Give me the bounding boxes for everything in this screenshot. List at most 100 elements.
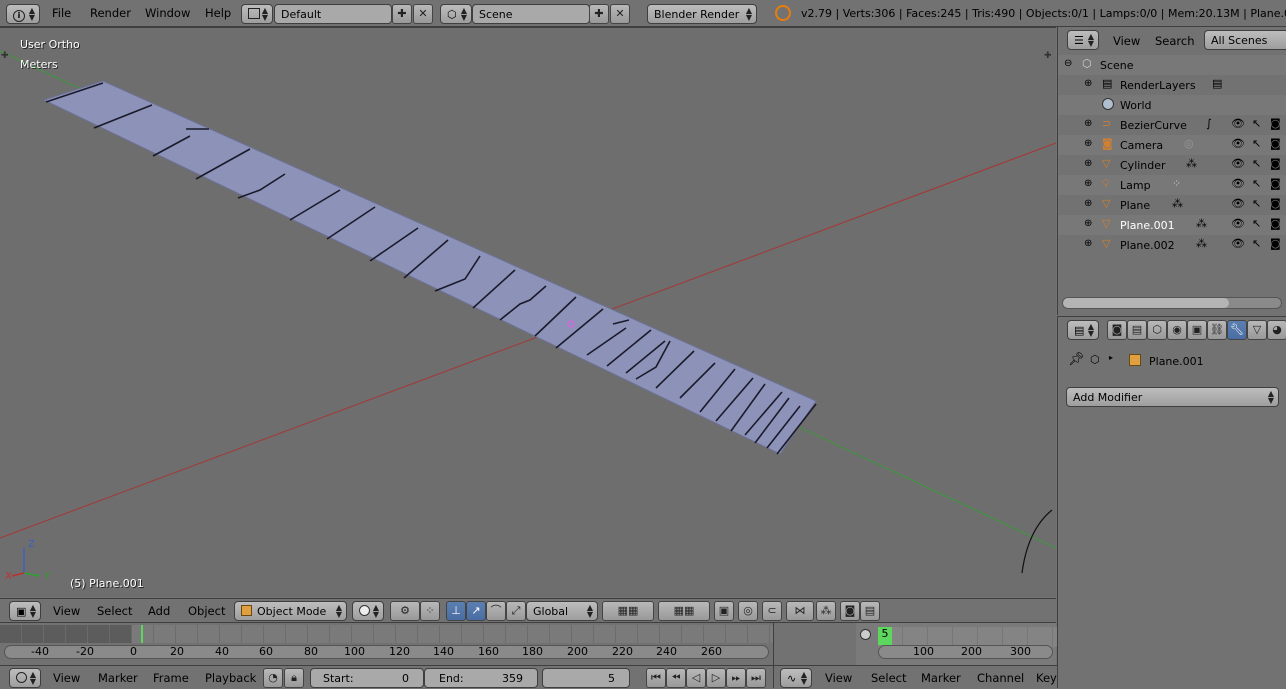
selectable-cursor-icon[interactable]: ↖ [1252,197,1261,210]
outliner-label[interactable]: BezierCurve [1120,119,1187,132]
menu-render[interactable]: Render [90,6,131,20]
snap-align-icon[interactable]: ⁂ [816,601,836,621]
outliner-menu-search[interactable]: Search [1155,34,1195,48]
visibility-eye-icon[interactable]: 👁︎ [1231,117,1245,130]
jump-end-icon[interactable]: ⏭︎ [746,668,766,688]
add-modifier-dropdown[interactable]: Add Modifier ▲ ▼ [1066,387,1279,407]
tab-object-icon[interactable]: ▣ [1187,320,1207,340]
outliner-label-selected[interactable]: Plane.001 [1120,219,1175,232]
graph-menu-view[interactable]: View [825,671,852,685]
tab-world-icon[interactable]: ◉ [1167,320,1187,340]
remove-scene-button[interactable]: ✕ [610,4,630,24]
lock-layers-icon[interactable]: ▣ [714,601,734,621]
snap-target-icon[interactable]: ⋈ [786,601,814,621]
shading-select[interactable]: ▲ ▼ [352,601,384,621]
selectable-cursor-icon[interactable]: ↖ [1252,237,1261,250]
menu-window[interactable]: Window [145,6,190,20]
visibility-eye-icon[interactable]: 👁︎ [1231,157,1245,170]
selectable-cursor-icon[interactable]: ↖ [1252,137,1261,150]
viewport-scene[interactable]: Z X Y [0,28,1056,597]
3d-viewport[interactable]: Z X Y User Ortho Meters (5) Plane.001 ✚ … [0,27,1056,597]
outliner-label[interactable]: Cylinder [1120,159,1166,172]
layout-name-field[interactable]: Default [274,4,392,24]
outliner-scroll-thumb[interactable] [1063,298,1229,308]
outliner-row-cylinder[interactable]: ⊕ ▽ Cylinder ⁂ 👁︎ ↖ ◙ [1058,155,1286,175]
outliner-row-plane[interactable]: ⊕ ▽ Plane ⁂ 👁︎ ↖ ◙ [1058,195,1286,215]
scene-name-field[interactable]: Scene [472,4,590,24]
outliner-row-plane-001[interactable]: ⊕ ▽ Plane.001 ⁂ 👁︎ ↖ ◙ [1058,215,1286,235]
expand-icon[interactable]: ⊕ [1084,78,1092,89]
menu-file[interactable]: File [52,6,71,20]
add-scene-button[interactable]: ✚ [589,4,609,24]
collapse-icon[interactable]: ⊖ [1064,58,1072,69]
outliner-row-lamp[interactable]: ⊕ 💡︎ Lamp ⁘ 👁︎ ↖ ◙ [1058,175,1286,195]
renderable-camera-icon[interactable]: ◙ [1270,237,1281,250]
graph-playhead[interactable]: 5 [878,627,892,645]
orientation-select[interactable]: Global ▲ ▼ [526,601,598,621]
expand-icon[interactable]: ⊕ [1084,158,1092,169]
play-reverse-icon[interactable]: ◁ [686,668,706,688]
render-engine-select[interactable]: Blender Render ▲ ▼ [647,4,757,24]
play-icon[interactable]: ▷ [706,668,726,688]
editor-type-timeline[interactable]: ▲ ▼ [9,668,41,688]
remove-layout-button[interactable]: ✕ [413,4,433,24]
layers-icon-a[interactable]: ▦▦ [602,601,654,621]
outliner-row-camera[interactable]: ⊕ ◙ Camera ◎ 👁︎ ↖ ◙ [1058,135,1286,155]
editor-type-3dview[interactable]: ▣ ▲ ▼ [9,601,41,621]
outliner-filter-select[interactable]: All Scenes [1204,30,1286,50]
tab-render-icon[interactable]: ◙ [1107,320,1127,340]
outliner-row-plane-002[interactable]: ⊕ ▽ Plane.002 ⁂ 👁︎ ↖ ◙ [1058,235,1286,255]
manipulator-toggle[interactable]: ⊥ [446,601,466,621]
tl-menu-view[interactable]: View [53,671,80,685]
outliner-row-beziercurve[interactable]: ⊕ ⊃ BezierCurve ∫ 👁︎ ↖ ◙ [1058,115,1286,135]
mesh-strip[interactable] [42,80,817,455]
editor-type-graph[interactable]: ∿ ▲ ▼ [780,668,812,688]
outliner-label[interactable]: Scene [1100,59,1134,72]
selectable-cursor-icon[interactable]: ↖ [1252,177,1261,190]
outliner-label[interactable]: Camera [1120,139,1163,152]
timeline-editor[interactable]: -40 -20 0 20 40 60 80 100 120 140 160 18… [0,622,773,688]
graph-editor[interactable]: 5 100 200 300 ∿ ▲ ▼ View Select Marker Cha… [773,622,1057,689]
end-frame-field[interactable]: End: 359 [424,668,538,688]
graph-menu-channel[interactable]: Channel [977,671,1024,685]
translate-manipulator[interactable]: ↗ [466,601,486,621]
next-key-icon[interactable]: ⏩︎ [726,668,746,688]
editor-type-info[interactable]: i ▲ ▼ [6,4,40,24]
visibility-eye-icon[interactable]: 👁︎ [1231,197,1245,210]
outliner-label[interactable]: Plane [1120,199,1150,212]
expand-icon[interactable]: ⊕ [1084,178,1092,189]
render-anim-icon[interactable]: ▤ [860,601,880,621]
vp-menu-view[interactable]: View [53,604,80,618]
renderable-camera-icon[interactable]: ◙ [1270,217,1281,230]
outliner-hscrollbar[interactable] [1062,297,1282,309]
scene-type-button[interactable]: ⬡ ▲ ▼ [440,4,472,24]
expand-icon[interactable]: ⊕ [1084,198,1092,209]
snap-toggle-icon[interactable]: ⊂ [762,601,782,621]
visibility-eye-icon[interactable]: 👁︎ [1231,237,1245,250]
tab-modifiers-icon[interactable]: 🔧︎ [1227,320,1247,340]
vp-menu-select[interactable]: Select [97,604,132,618]
timeline-playhead[interactable] [141,625,143,643]
selectable-cursor-icon[interactable]: ↖ [1252,217,1261,230]
graph-menu-marker[interactable]: Marker [921,671,961,685]
tl-menu-marker[interactable]: Marker [98,671,138,685]
visibility-eye-icon[interactable]: 👁︎ [1231,217,1245,230]
graph-menu-select[interactable]: Select [871,671,906,685]
renderable-camera-icon[interactable]: ◙ [1270,177,1281,190]
outliner-label[interactable]: Lamp [1120,179,1151,192]
selectable-cursor-icon[interactable]: ↖ [1252,157,1261,170]
graph-dot-icon[interactable] [860,629,871,640]
rotate-manipulator[interactable]: ⌒ [486,601,506,621]
layers-icon-b[interactable]: ▦▦ [658,601,710,621]
renderable-camera-icon[interactable]: ◙ [1270,157,1281,170]
vp-menu-object[interactable]: Object [188,604,225,618]
editor-type-outliner[interactable]: ☰ ▲ ▼ [1067,30,1099,50]
prev-key-icon[interactable]: ⏪︎ [666,668,686,688]
viewport-corner-plus-left[interactable]: ✚ [1,51,11,61]
tab-scene-icon[interactable]: ⬡ [1147,320,1167,340]
render-still-icon[interactable]: ◙ [840,601,860,621]
preview-range-icon[interactable]: ◔ [263,668,283,688]
visibility-eye-icon[interactable]: 👁︎ [1231,177,1245,190]
editor-type-properties[interactable]: ▤ ▲ ▼ [1067,320,1099,340]
properties-editor[interactable]: ▤ ▲ ▼ ◙ ▤ ⬡ ◉ ▣ ⛓︎ 🔧︎ ▽ ◕ 📌︎ ⬡ ▸ Plane.001… [1057,316,1286,688]
